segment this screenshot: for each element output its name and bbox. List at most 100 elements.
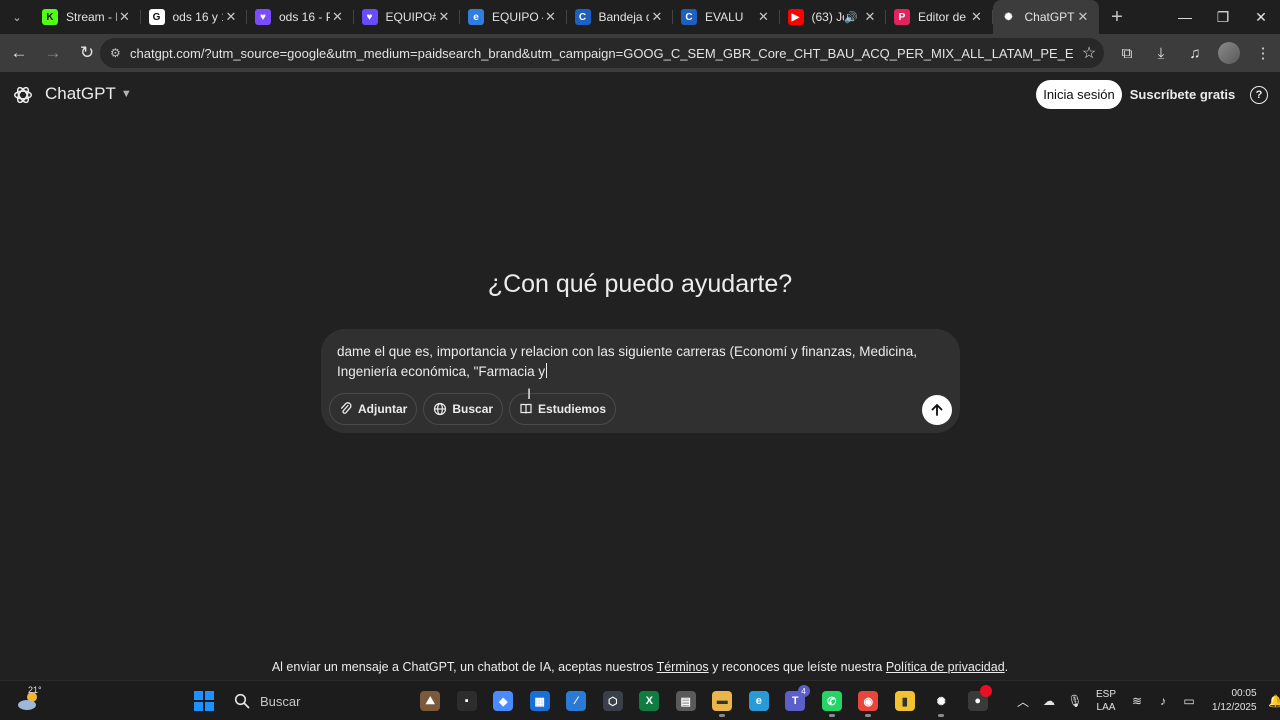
bookmark-star-icon[interactable]: ☆ — [1074, 43, 1104, 63]
system-tray: ︿ ☁ 🎙 ESP LAA ≋ ♪ ▭ 00:05 1/12/2025 🔔 — [1010, 681, 1280, 720]
tab-title: Bandeja de — [598, 10, 650, 24]
downloads-icon[interactable]: ⤓ — [1144, 38, 1178, 68]
forward-arrow-icon[interactable]: → — [38, 38, 68, 68]
taskbar-app[interactable]: ⬡ — [595, 685, 632, 717]
browser-tab[interactable]: ✺ ChatGPT ✕ — [992, 0, 1099, 34]
tray-chevron-up-icon[interactable]: ︿ — [1010, 693, 1036, 710]
terms-link[interactable]: Términos — [657, 660, 709, 674]
browser-tab[interactable]: P Editor de ✕ — [886, 0, 993, 34]
taskbar-app[interactable]: ● — [960, 685, 997, 717]
attach-label: Adjuntar — [358, 402, 408, 416]
volume-icon[interactable]: ♪ — [1150, 694, 1176, 708]
azure-icon: ⁄ — [566, 691, 587, 711]
url-text[interactable]: chatgpt.com/?utm_source=google&utm_mediu… — [130, 46, 1074, 61]
browser-menu-kebab-icon[interactable]: ⋮ — [1246, 38, 1280, 68]
prompt-input[interactable]: dame el que es, importancia y relacion c… — [337, 342, 937, 382]
taskbar-app[interactable]: ◆ — [485, 685, 522, 717]
back-arrow-icon[interactable]: ← — [4, 38, 34, 68]
model-label: ChatGPT — [45, 84, 116, 103]
search-label: Buscar — [452, 402, 494, 416]
edge-icon: e — [748, 691, 769, 711]
tab-close-icon[interactable]: ✕ — [330, 9, 346, 25]
openai-logo-icon[interactable] — [12, 84, 34, 106]
window-controls: — ❐ ✕ — [1166, 0, 1280, 34]
help-icon[interactable]: ? — [1250, 86, 1268, 104]
taskbar-app[interactable]: ▪ — [449, 685, 486, 717]
search-button[interactable]: Buscar — [423, 393, 504, 425]
browser-tab[interactable]: K Stream - K✕ — [34, 0, 141, 34]
signup-button[interactable]: Suscríbete gratis — [1129, 80, 1236, 109]
browser-tab[interactable]: Gods 16 y 1 ✕ — [141, 0, 248, 34]
taskbar-app[interactable]: ⁄ — [558, 685, 595, 717]
login-button[interactable]: Inicia sesión — [1036, 80, 1122, 109]
taskbar-search-label: Buscar — [260, 693, 301, 709]
browser-tab[interactable]: ♥ EQUIPO#4✕ — [354, 0, 461, 34]
tab-close-icon[interactable]: ✕ — [117, 9, 133, 25]
tab-title: (63) Jo — [811, 10, 845, 24]
lang-line-2: LAA — [1096, 702, 1116, 713]
send-button[interactable] — [922, 395, 952, 425]
address-bar[interactable]: ⚙ chatgpt.com/?utm_source=google&utm_med… — [100, 38, 1104, 68]
tab-close-icon[interactable]: ✕ — [969, 9, 985, 25]
close-window-icon[interactable]: ✕ — [1242, 0, 1280, 34]
taskbar-search[interactable]: Buscar — [224, 685, 408, 717]
tab-close-icon[interactable]: ✕ — [1075, 9, 1091, 25]
store-icon: ▦ — [529, 691, 550, 711]
folder-icon: ▬ — [712, 691, 733, 711]
tab-close-icon[interactable]: ✕ — [223, 9, 239, 25]
new-tab-plus-icon[interactable]: + — [1103, 6, 1131, 29]
browser-tab[interactable]: e EQUIPO 4✕ — [460, 0, 567, 34]
tab-close-icon[interactable]: ✕ — [543, 9, 559, 25]
shield-icon: ♥ — [361, 9, 378, 25]
prompt-composer: dame el que es, importancia y relacion c… — [321, 329, 960, 433]
reload-icon[interactable]: ↻ — [72, 38, 102, 68]
model-selector[interactable]: ChatGPT ▼ — [45, 84, 132, 104]
browser-tab[interactable]: ♥ ods 16 - Pr✕ — [247, 0, 354, 34]
taskbar-app[interactable]: ✺ — [923, 685, 960, 717]
taskbar-app[interactable]: ▤ — [668, 685, 705, 717]
site-settings-icon[interactable]: ⚙ — [110, 46, 130, 60]
microphone-icon[interactable]: 🎙 — [1062, 694, 1088, 708]
text-caret — [546, 363, 548, 378]
extensions-puzzle-icon[interactable]: ⧉ — [1110, 38, 1144, 68]
tab-search-chevron-icon[interactable]: ⌄ — [0, 0, 34, 34]
taskbar-app[interactable]: ▮ — [887, 685, 924, 717]
tab-close-icon[interactable]: ✕ — [649, 9, 665, 25]
tab-close-icon[interactable]: ✕ — [436, 9, 452, 25]
browser-tab[interactable]: C Bandeja de✕ — [567, 0, 674, 34]
battery-icon[interactable]: ▭ — [1176, 694, 1202, 708]
browser-tab[interactable]: C EVALU ✕ — [673, 0, 780, 34]
tab-audio-icon[interactable]: 🔊 — [844, 11, 858, 24]
restore-icon[interactable]: ❐ — [1204, 0, 1242, 34]
edge-e-icon: e — [468, 9, 484, 25]
taskbar-app[interactable]: ✆ — [814, 685, 851, 717]
copilot-icon: ◆ — [493, 691, 514, 711]
windows-start-icon[interactable] — [194, 691, 214, 711]
heart-shield-icon: ♥ — [255, 9, 271, 25]
chatgpt-app-icon: ✺ — [931, 691, 952, 711]
openai-icon: ✺ — [1000, 9, 1017, 25]
taskbar-app[interactable]: T4 — [777, 685, 814, 717]
wifi-icon[interactable]: ≋ — [1124, 694, 1150, 708]
attach-button[interactable]: Adjuntar — [329, 393, 418, 425]
minimize-icon[interactable]: — — [1166, 0, 1204, 34]
taskbar-app[interactable]: e — [741, 685, 778, 717]
browser-tab[interactable]: ▶ (63) Jo🔊 ✕ — [780, 0, 887, 34]
input-language[interactable]: ESP LAA — [1096, 688, 1116, 714]
tab-close-icon[interactable]: ✕ — [862, 9, 878, 25]
taskbar-app[interactable]: ▬ — [704, 685, 741, 717]
notifications-bell-icon[interactable]: 🔔 — [1263, 694, 1280, 708]
taskbar-apps: ⛰ ▪ ◆ ▦ ⁄ ⬡ X ▤ ▬ e T 4 ✆ ◉ ▮ ✺ ● — [412, 685, 996, 717]
media-controls-icon[interactable]: ♫ — [1178, 38, 1212, 68]
taskbar-app[interactable]: ⛰ — [412, 685, 449, 717]
profile-avatar[interactable] — [1212, 38, 1246, 68]
privacy-link[interactable]: Política de privacidad — [886, 660, 1005, 674]
study-button[interactable]: Estudiemos — [509, 393, 617, 425]
taskbar-app[interactable]: ◉ — [850, 685, 887, 717]
taskbar-app[interactable]: ▦ — [522, 685, 559, 717]
taskbar-app[interactable]: X — [631, 685, 668, 717]
clock[interactable]: 00:05 1/12/2025 — [1212, 687, 1257, 715]
onedrive-icon[interactable]: ☁ — [1036, 694, 1062, 708]
tab-close-icon[interactable]: ✕ — [756, 9, 772, 25]
tab-title: ods 16 y 1 — [172, 10, 224, 24]
